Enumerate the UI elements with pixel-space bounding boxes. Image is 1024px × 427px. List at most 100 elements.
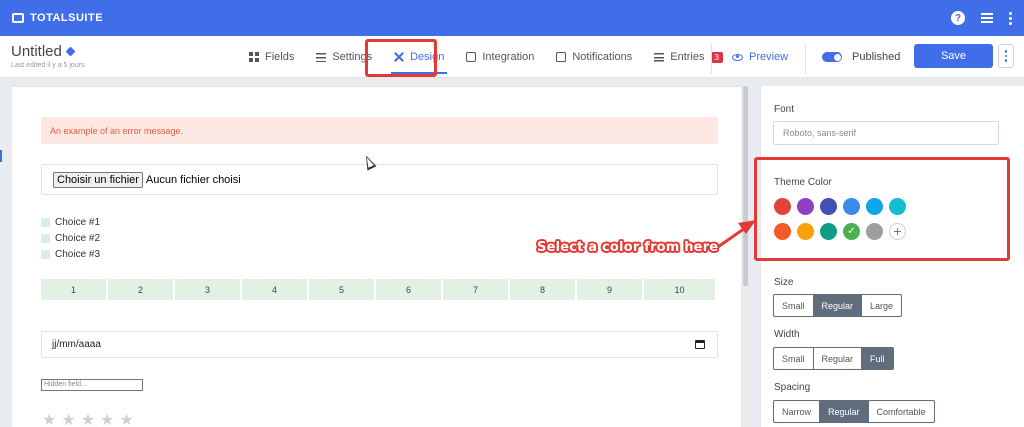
width-option-regular[interactable]: Regular	[813, 347, 863, 370]
error-message-example: An example of an error message.	[41, 117, 718, 144]
scale-option[interactable]: 9	[577, 279, 642, 300]
scale-option[interactable]: 1	[41, 279, 106, 300]
tab-label: Entries	[670, 51, 705, 63]
checkbox-choice[interactable]: Choice #3	[41, 246, 100, 262]
theme-color-swatch[interactable]	[797, 198, 814, 215]
edit-pencil-icon[interactable]	[65, 46, 76, 57]
choose-file-button[interactable]: Choisir un fichier	[53, 171, 143, 188]
theme-color-swatch-selected[interactable]	[843, 223, 860, 240]
settings-sliders-icon[interactable]	[981, 12, 993, 24]
tab-label: Design	[410, 51, 445, 63]
checkbox[interactable]	[41, 233, 50, 243]
spacing-selector: Narrow Regular Comfortable	[773, 400, 935, 423]
theme-color-swatch[interactable]	[797, 223, 814, 240]
theme-color-swatch[interactable]	[820, 198, 837, 215]
form-title[interactable]: Untitled	[11, 43, 62, 60]
checkbox[interactable]	[41, 217, 50, 227]
scale-option[interactable]: 8	[510, 279, 575, 300]
choice-label: Choice #2	[55, 232, 101, 244]
tab-design[interactable]: Design	[383, 36, 455, 78]
checkbox-choice[interactable]: Choice #1	[41, 214, 100, 230]
size-option-large[interactable]: Large	[862, 294, 903, 317]
scale-option[interactable]: 3	[175, 279, 240, 300]
choice-label: Choice #3	[55, 248, 101, 260]
spacing-option-comfortable[interactable]: Comfortable	[868, 400, 935, 423]
size-option-regular[interactable]: Regular	[813, 294, 863, 317]
theme-color-label: Theme Color	[774, 177, 832, 188]
published-toggle[interactable]	[822, 52, 842, 62]
annotation-text: Select a color from here	[537, 240, 719, 255]
font-input[interactable]: Roboto, sans-serif	[773, 121, 999, 145]
choice-label: Choice #1	[55, 216, 101, 228]
checkbox-choice[interactable]: Choice #2	[41, 230, 100, 246]
theme-color-row	[774, 198, 906, 215]
spacing-option-regular[interactable]: Regular	[820, 400, 869, 423]
help-icon[interactable]: ?	[951, 11, 965, 25]
more-options-icon[interactable]	[1009, 11, 1012, 25]
tab-fields[interactable]: Fields	[238, 36, 305, 78]
star-icon[interactable]: ★	[61, 412, 75, 427]
spacing-option-narrow[interactable]: Narrow	[773, 400, 821, 423]
add-color-icon[interactable]: +	[889, 223, 906, 240]
calendar-icon[interactable]	[695, 340, 705, 349]
theme-color-swatch[interactable]	[889, 198, 906, 215]
tab-settings[interactable]: Settings	[305, 36, 383, 78]
width-option-small[interactable]: Small	[773, 347, 814, 370]
file-upload-field: Choisir un fichier Aucun fichier choisi	[41, 164, 718, 195]
size-selector: Small Regular Large	[773, 294, 903, 317]
scale-option[interactable]: 4	[242, 279, 307, 300]
eye-icon	[732, 53, 743, 61]
theme-color-swatch[interactable]	[866, 198, 883, 215]
size-label: Size	[774, 277, 794, 288]
star-icon[interactable]: ★	[42, 412, 56, 427]
tab-notifications[interactable]: Notifications	[545, 36, 643, 78]
inbox-icon	[556, 52, 567, 62]
theme-color-swatch[interactable]	[820, 223, 837, 240]
scale-option[interactable]: 2	[108, 279, 173, 300]
date-placeholder: jj/mm/aaaa	[52, 339, 101, 350]
tab-label: Fields	[265, 51, 295, 63]
size-option-small[interactable]: Small	[773, 294, 814, 317]
scale-option[interactable]: 5	[309, 279, 374, 300]
rating-scale: 1 2 3 4 5 6 7 8 9 10	[41, 279, 715, 300]
divider	[805, 44, 806, 74]
divider	[711, 44, 712, 74]
star-icon[interactable]: ★	[100, 412, 114, 427]
spacing-label: Spacing	[774, 382, 811, 393]
theme-color-row: +	[774, 223, 906, 240]
scale-option[interactable]: 7	[443, 279, 508, 300]
list-icon	[654, 52, 665, 62]
grid-icon	[249, 52, 259, 62]
brand-name: TOTALSUITE	[30, 12, 104, 24]
brand[interactable]: TOTALSUITE	[12, 12, 103, 24]
sliders-icon	[316, 52, 327, 62]
theme-color-swatch[interactable]	[774, 223, 791, 240]
theme-color-swatch[interactable]	[774, 198, 791, 215]
preview-button[interactable]: Preview	[732, 36, 788, 78]
canvas-scrollbar[interactable]	[743, 86, 748, 286]
tab-entries[interactable]: Entries 3	[643, 36, 734, 78]
preview-label: Preview	[749, 51, 789, 63]
hidden-field-input[interactable]: Hidden field...	[41, 379, 143, 391]
scale-option[interactable]: 6	[376, 279, 441, 300]
checkbox-group: Choice #1 Choice #2 Choice #3	[41, 214, 100, 262]
star-icon[interactable]: ★	[119, 412, 133, 427]
published-label: Published	[852, 51, 901, 63]
width-option-full[interactable]: Full	[862, 347, 894, 370]
tab-bar: Fields Settings Design Integration Notif…	[238, 36, 734, 78]
scale-option[interactable]: 10	[644, 279, 715, 300]
file-status: Aucun fichier choisi	[145, 173, 241, 186]
code-icon	[466, 52, 477, 62]
theme-color-swatch[interactable]	[843, 198, 860, 215]
width-selector: Small Regular Full	[773, 347, 894, 370]
save-options-button[interactable]	[998, 44, 1014, 68]
published-toggle-group: Published	[822, 36, 900, 78]
date-input[interactable]: jj/mm/aaaa	[41, 331, 718, 358]
checkbox[interactable]	[41, 249, 50, 259]
tab-integration[interactable]: Integration	[455, 36, 545, 78]
theme-color-swatch[interactable]	[866, 223, 883, 240]
save-button[interactable]: Save	[914, 44, 993, 68]
star-rating: ★ ★ ★ ★ ★	[42, 412, 134, 427]
star-icon[interactable]: ★	[81, 412, 95, 427]
design-icon	[394, 52, 404, 62]
